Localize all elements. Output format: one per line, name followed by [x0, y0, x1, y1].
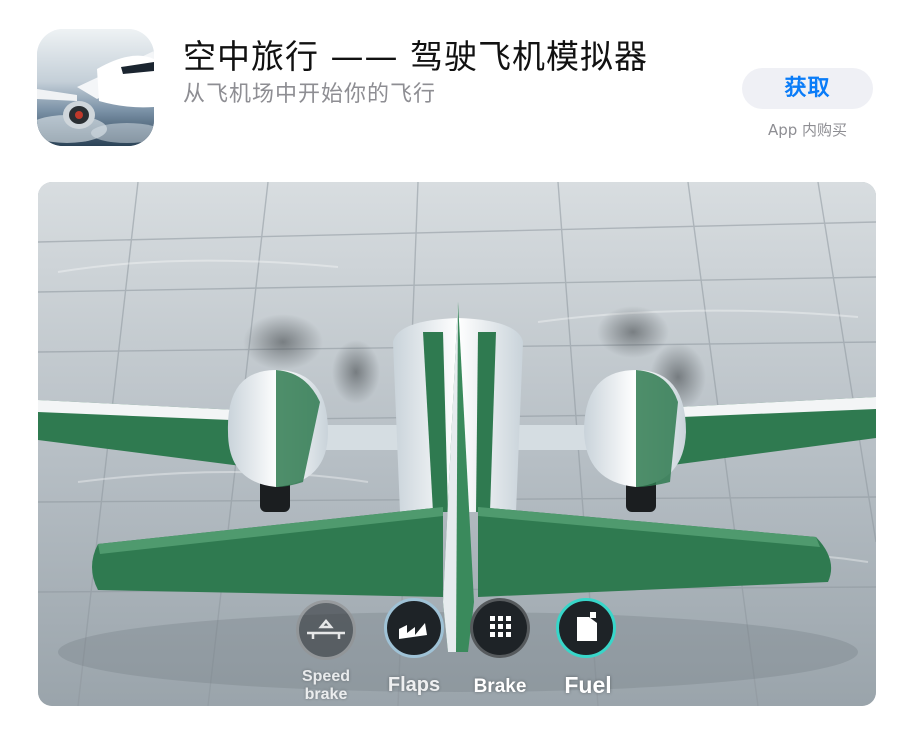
- fuel-can-icon: [577, 612, 597, 641]
- in-app-purchase-note: App 内购买: [767, 121, 848, 139]
- brake-grid-icon: [490, 616, 511, 637]
- fuel-button[interactable]: [556, 598, 616, 658]
- flaps-icon: [399, 623, 427, 639]
- get-button[interactable]: 获取: [742, 68, 873, 109]
- fuel-label: Fuel: [564, 672, 612, 698]
- speed-brake-label: Speed brake: [301, 668, 350, 703]
- game-scene: [38, 182, 876, 706]
- speed-brake-button[interactable]: [296, 600, 356, 660]
- flaps-label: Flaps: [387, 674, 441, 696]
- brake-label: Brake: [473, 676, 527, 697]
- app-icon: [37, 29, 154, 146]
- flaps-button[interactable]: [384, 598, 444, 658]
- speed-brake-icon: [307, 619, 345, 639]
- app-screenshot[interactable]: Speed brake Flaps Brake Fuel: [38, 182, 876, 706]
- brake-button[interactable]: [470, 598, 530, 658]
- app-subtitle: 从飞机场中开始你的飞行: [183, 82, 437, 107]
- airplane-icon: [37, 29, 154, 146]
- app-title: 空中旅行 —— 驾驶飞机模拟器: [183, 37, 648, 76]
